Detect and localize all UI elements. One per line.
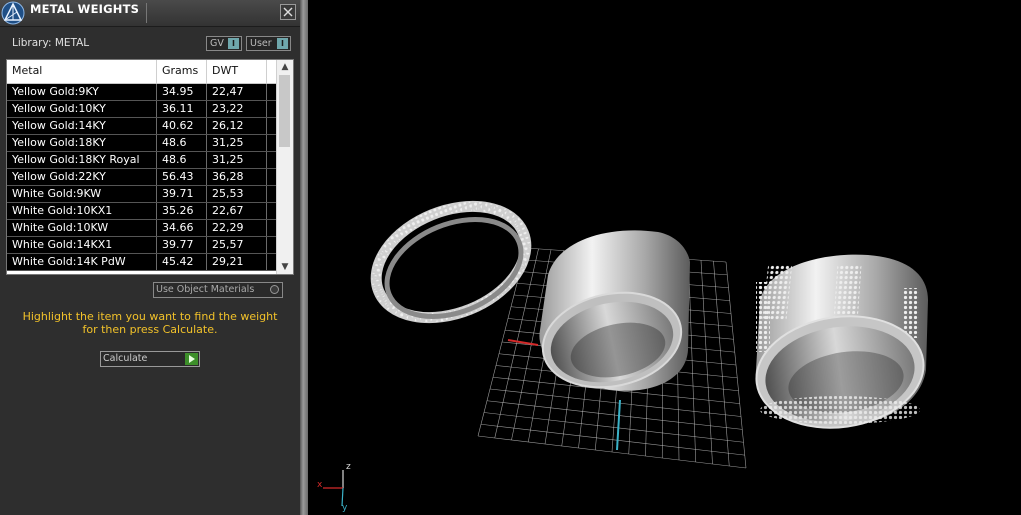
grams-cell: 36.11	[157, 101, 207, 117]
panel-titlebar[interactable]: METAL WEIGHTS	[0, 0, 300, 27]
metal-cell: Yellow Gold:14KY	[7, 118, 157, 134]
use-object-materials-label: Use Object Materials	[156, 284, 255, 295]
close-icon	[283, 7, 293, 17]
panel-divider[interactable]	[300, 0, 308, 515]
play-arrow-icon	[185, 353, 198, 365]
dwt-cell: 26,12	[207, 118, 267, 134]
viewport-canvas	[323, 200, 928, 507]
grid-line	[483, 412, 744, 443]
metal-cell: White Gold:10KX1	[7, 203, 157, 219]
dwt-cell: 22,47	[207, 84, 267, 100]
grams-cell: 40.62	[157, 118, 207, 134]
grams-cell: 35.26	[157, 203, 207, 219]
grams-cell: 48.6	[157, 152, 207, 168]
grams-cell: 56.43	[157, 169, 207, 185]
grams-cell: 48.6	[157, 135, 207, 151]
dwt-cell: 36,28	[207, 169, 267, 185]
column-header-metal[interactable]: Metal	[7, 60, 157, 83]
metal-cell: Yellow Gold:9KY	[7, 84, 157, 100]
instruction-text: Highlight the item you want to find the …	[12, 310, 288, 336]
grid-line	[713, 261, 730, 467]
grid-line	[480, 423, 745, 456]
scroll-up-icon[interactable]: ▲	[277, 60, 293, 74]
close-button[interactable]	[280, 4, 296, 20]
column-header-grams[interactable]: Grams	[157, 60, 207, 83]
use-object-materials-toggle[interactable]: Use Object Materials	[153, 282, 283, 298]
gv-toggle-indicator: I	[228, 38, 239, 49]
column-header-dwt[interactable]: DWT	[207, 60, 267, 83]
instruction-line-2: for then press Calculate.	[82, 323, 218, 336]
title-separator	[146, 3, 147, 23]
ring-eternity-band	[370, 200, 532, 324]
3d-viewport[interactable]: z x y	[308, 0, 1021, 515]
scrollbar-thumb[interactable]	[279, 75, 290, 147]
grid-line	[489, 388, 742, 417]
grid-line	[700, 260, 713, 465]
gv-toggle-label: GV	[210, 38, 224, 49]
metal-cell: White Gold:14KX1	[7, 237, 157, 253]
library-label: Library: METAL	[12, 37, 90, 49]
grid-line	[725, 261, 747, 469]
dwt-cell: 22,67	[207, 203, 267, 219]
grid-line	[486, 400, 743, 430]
user-toggle-indicator: I	[277, 38, 288, 49]
table-body: Yellow Gold:9KY 34.95 22,47 Yellow Gold:10K…	[7, 84, 277, 271]
table-row[interactable]: White Gold:14K PdW 45.42 29,21	[7, 254, 277, 271]
dwt-cell: 29,21	[207, 254, 267, 270]
metal-cell: White Gold:9KW	[7, 186, 157, 202]
ring-plain-band	[539, 230, 690, 391]
user-toggle-label: User	[250, 38, 272, 49]
user-library-toggle[interactable]: User I	[246, 36, 291, 51]
table-row[interactable]: Yellow Gold:14KY 40.62 26,12	[7, 118, 277, 135]
grams-cell: 34.95	[157, 84, 207, 100]
table-row[interactable]: Yellow Gold:18KY 48.6 31,25	[7, 135, 277, 152]
dwt-cell: 25,53	[207, 186, 267, 202]
table-header: Metal Grams DWT	[7, 60, 277, 84]
dwt-cell: 23,22	[207, 101, 267, 117]
app-logo-icon	[1, 1, 25, 25]
dwt-cell: 31,25	[207, 135, 267, 151]
ring-pave-band	[755, 254, 928, 429]
panel-title: METAL WEIGHTS	[30, 2, 140, 16]
axis-z-label: z	[346, 462, 351, 472]
metal-cell: White Gold:14K PdW	[7, 254, 157, 270]
scroll-down-icon[interactable]: ▼	[277, 260, 293, 274]
metal-cell: Yellow Gold:22KY	[7, 169, 157, 185]
grid-line	[477, 435, 747, 469]
calculate-button[interactable]: Calculate	[100, 351, 200, 367]
dwt-cell: 31,25	[207, 152, 267, 168]
table-row[interactable]: White Gold:9KW 39.71 25,53	[7, 186, 277, 203]
dwt-cell: 22,29	[207, 220, 267, 236]
grams-cell: 45.42	[157, 254, 207, 270]
metal-cell: Yellow Gold:18KY	[7, 135, 157, 151]
grams-cell: 39.77	[157, 237, 207, 253]
metal-cell: White Gold:10KW	[7, 220, 157, 236]
table-row[interactable]: Yellow Gold:22KY 56.43 36,28	[7, 169, 277, 186]
calculate-label: Calculate	[103, 353, 148, 364]
table-row[interactable]: Yellow Gold:10KY 36.11 23,22	[7, 101, 277, 118]
table-row[interactable]: Yellow Gold:18KY Royal 48.6 31,25	[7, 152, 277, 169]
dwt-cell: 25,57	[207, 237, 267, 253]
table-scrollbar[interactable]: ▲ ▼	[276, 60, 293, 274]
metal-table: Metal Grams DWT Yellow Gold:9KY 34.95 22,4…	[6, 59, 294, 275]
metal-cell: Yellow Gold:10KY	[7, 101, 157, 117]
grid-y-axis	[616, 399, 621, 451]
gv-library-toggle[interactable]: GV I	[206, 36, 242, 51]
axis-gizmo	[323, 470, 344, 507]
grams-cell: 39.71	[157, 186, 207, 202]
metal-cell: Yellow Gold:18KY Royal	[7, 152, 157, 168]
table-row[interactable]: Yellow Gold:9KY 34.95 22,47	[7, 84, 277, 101]
table-row[interactable]: White Gold:10KW 34.66 22,29	[7, 220, 277, 237]
table-row[interactable]: White Gold:10KX1 35.26 22,67	[7, 203, 277, 220]
instruction-line-1: Highlight the item you want to find the …	[22, 310, 278, 323]
axis-y-label: y	[342, 503, 348, 513]
metal-weights-panel: METAL WEIGHTS Library: METAL GV I User I…	[0, 0, 300, 515]
table-row[interactable]: White Gold:14KX1 39.77 25,57	[7, 237, 277, 254]
axis-x-label: x	[317, 480, 323, 490]
radio-icon	[270, 285, 279, 294]
grams-cell: 34.66	[157, 220, 207, 236]
